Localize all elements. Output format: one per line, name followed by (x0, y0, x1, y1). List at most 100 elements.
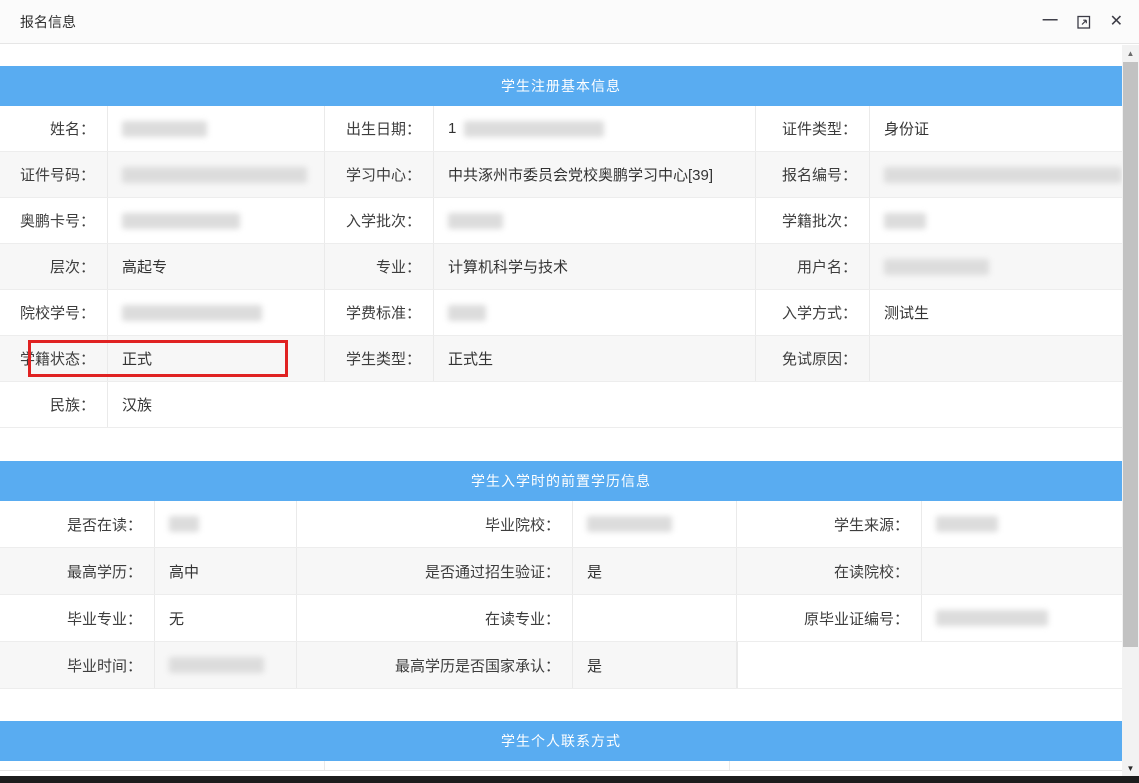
prior-education-table: 是否在读： 毕业院校： 学生来源： 最高学历： 高中 是否通过招生验证： 是 在读院校：毕业专… (0, 501, 1122, 689)
redacted-value (169, 657, 264, 673)
section-gap (0, 428, 1122, 461)
field-label: 证件类型： (756, 106, 870, 151)
field-label: 入学方式： (756, 290, 870, 335)
section-header-basic-info: 学生注册基本信息 (0, 66, 1122, 106)
field-value-text: 正式生 (448, 348, 493, 369)
field-value: 是 (573, 642, 737, 688)
scroll-up-button[interactable]: ▲ (1122, 45, 1139, 61)
field-value: 中共涿州市委员会党校奥鹏学习中心[39] (434, 152, 756, 197)
field-label: 在读院校： (737, 548, 922, 594)
field-value: 无 (155, 595, 297, 641)
field-value (573, 595, 737, 641)
redacted-value (884, 259, 989, 275)
table-cell (0, 761, 325, 770)
field-value-text: 1 (448, 120, 456, 137)
field-value-text: 测试生 (884, 302, 929, 323)
field-label: 用户名： (756, 244, 870, 289)
table-row: 是否在读： 毕业院校： 学生来源： (0, 501, 1122, 548)
field-value-text: 汉族 (122, 394, 152, 415)
minimize-button[interactable]: — (1043, 10, 1058, 30)
field-value: 1 (434, 106, 756, 151)
field-label: 最高学历是否国家承认： (297, 642, 573, 688)
field-label: 学生来源： (737, 501, 922, 547)
field-label: 院校学号： (0, 290, 108, 335)
field-value (155, 642, 297, 688)
registration-info-modal: { "window": { "title": "报名信息" }, "icons"… (0, 0, 1139, 783)
field-label: 证件号码： (0, 152, 108, 197)
field-value (870, 152, 1122, 197)
table-row: 毕业专业：无在读专业：原毕业证编号： (0, 595, 1122, 642)
redacted-value (448, 213, 503, 229)
redacted-value (122, 121, 207, 137)
field-value: 计算机科学与技术 (434, 244, 756, 289)
table-row: 学籍状态：正式学生类型：正式生免试原因： (0, 336, 1122, 382)
field-value-text: 高中 (169, 561, 199, 582)
field-value-text: 正式 (122, 348, 152, 369)
table-cell (325, 761, 730, 770)
field-value: 正式生 (434, 336, 756, 381)
field-value (108, 198, 325, 243)
field-label: 在读专业： (297, 595, 573, 641)
redacted-value (884, 167, 1122, 183)
field-value-text: 是 (587, 655, 602, 676)
table-row: 证件号码：学习中心：中共涿州市委员会党校奥鹏学习中心[39]报名编号： (0, 152, 1122, 198)
bottom-edge (0, 776, 1139, 783)
field-value: 测试生 (870, 290, 1122, 335)
modal-titlebar: 报名信息 — ✕ (0, 0, 1139, 44)
maximize-icon (1077, 15, 1091, 29)
field-value: 汉族 (108, 382, 1122, 427)
field-label: 奥鹏卡号： (0, 198, 108, 243)
field-value-text: 高起专 (122, 256, 167, 277)
field-value (573, 501, 737, 547)
field-label: 学籍状态： (0, 336, 108, 381)
section-header-contact-info: 学生个人联系方式 (0, 721, 1122, 761)
redacted-value (122, 167, 307, 183)
table-row: 院校学号：学费标准：入学方式：测试生 (0, 290, 1122, 336)
field-value-text: 身份证 (884, 118, 929, 139)
redacted-value (169, 516, 199, 532)
scroll-down-icon: ▼ (1127, 764, 1135, 773)
contact-table-partial-row (0, 761, 1122, 771)
scroll-down-button[interactable]: ▼ (1122, 764, 1139, 773)
close-button[interactable]: ✕ (1110, 12, 1123, 32)
field-label: 毕业院校： (297, 501, 573, 547)
redacted-value (884, 213, 926, 229)
section-gap (0, 689, 1122, 721)
table-row: 层次：高起专专业：计算机科学与技术用户名： (0, 244, 1122, 290)
redacted-value (936, 610, 1048, 626)
field-value-text: 中共涿州市委员会党校奥鹏学习中心[39] (448, 164, 713, 185)
field-value (434, 198, 756, 243)
field-label: 专业： (325, 244, 434, 289)
field-label: 毕业时间： (0, 642, 155, 688)
section-title: 学生个人联系方式 (501, 731, 621, 751)
content-area: 学生注册基本信息 姓名：出生日期：1证件类型：身份证证件号码：学习中心：中共涿州… (0, 44, 1122, 771)
field-value (922, 501, 1122, 547)
table-row: 毕业时间： 最高学历是否国家承认： 是 (0, 642, 1122, 689)
table-cell (730, 761, 1122, 770)
minimize-icon: — (1043, 12, 1058, 27)
field-value (922, 548, 1122, 594)
field-value-text: 计算机科学与技术 (448, 256, 568, 277)
field-value: 身份证 (870, 106, 1122, 151)
field-label: 是否通过招生验证： (297, 548, 573, 594)
field-value (434, 290, 756, 335)
field-label: 学籍批次： (756, 198, 870, 243)
field-value (870, 244, 1122, 289)
field-value: 高中 (155, 548, 297, 594)
field-label: 最高学历： (0, 548, 155, 594)
field-label: 免试原因： (756, 336, 870, 381)
field-value (870, 198, 1122, 243)
vertical-scrollbar[interactable]: ▲ ▼ (1122, 45, 1139, 776)
field-label: 民族： (0, 382, 108, 427)
table-row: 民族： 汉族 (0, 382, 1122, 428)
redacted-value (448, 305, 486, 321)
field-value: 是 (573, 548, 737, 594)
maximize-button[interactable] (1077, 12, 1091, 32)
field-value: 正式 (108, 336, 325, 381)
field-value (108, 106, 325, 151)
field-label: 是否在读： (0, 501, 155, 547)
scrollbar-thumb[interactable] (1123, 62, 1138, 647)
field-value-text: 是 (587, 561, 602, 582)
field-value (108, 152, 325, 197)
table-row: 奥鹏卡号：入学批次：学籍批次： (0, 198, 1122, 244)
